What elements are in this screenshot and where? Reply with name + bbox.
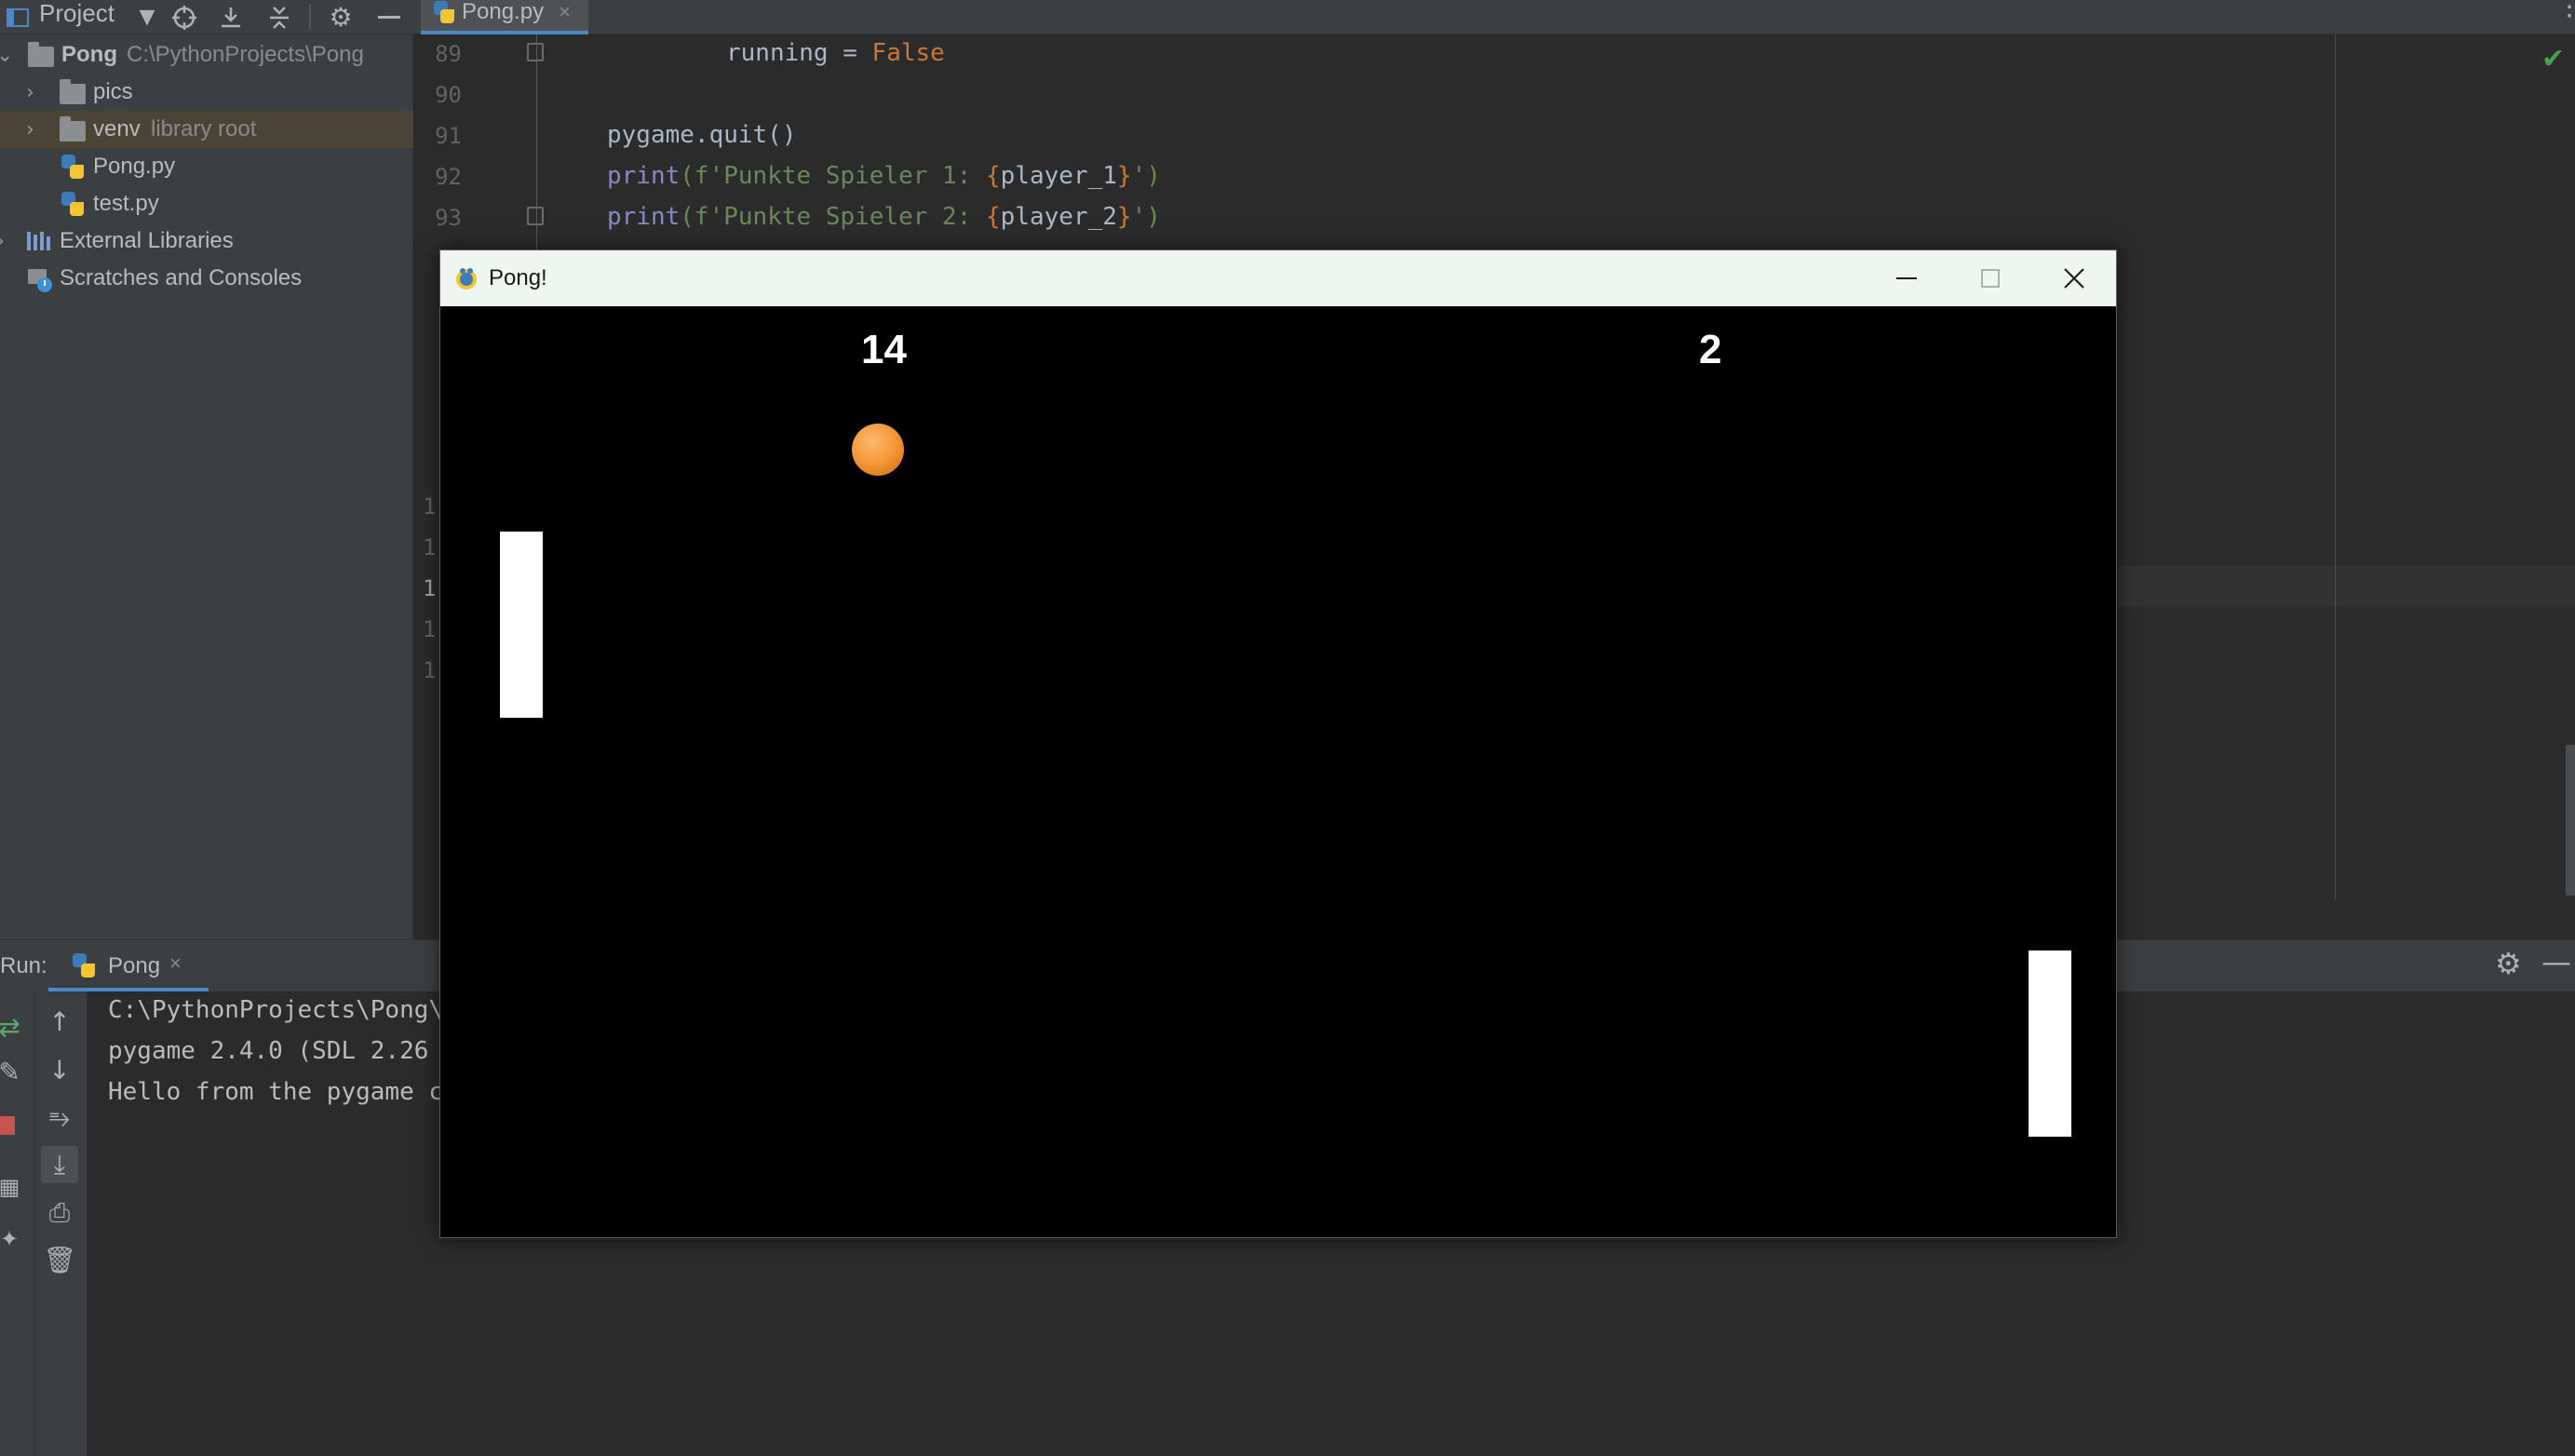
- tree-item-scratches[interactable]: Scratches and Consoles: [0, 260, 413, 297]
- project-view-icon[interactable]: [4, 0, 32, 34]
- fold-marker-icon[interactable]: [527, 43, 544, 61]
- console-line: pygame 2.4.0 (SDL 2.26: [108, 1037, 429, 1065]
- game-canvas[interactable]: 14 2: [440, 306, 2116, 1237]
- project-toolbar: Project ▼ ⚙: [0, 0, 413, 34]
- scroll-to-end-icon[interactable]: ⤓: [41, 1146, 78, 1183]
- line-number-partial: 1: [423, 534, 437, 560]
- right-paddle: [2029, 950, 2071, 1137]
- crosshair-icon[interactable]: [168, 0, 201, 34]
- stop-icon[interactable]: [0, 1116, 15, 1135]
- code-line-92: print(f'Punkte Spieler 1: {player_1}'): [607, 162, 1161, 190]
- run-tab-label: Pong: [108, 953, 161, 978]
- arrow-down-icon[interactable]: ↓: [41, 1051, 78, 1088]
- pin-icon[interactable]: ✦: [0, 1220, 28, 1258]
- tree-item-path: C:\PythonProjects\Pong: [127, 42, 364, 67]
- collapse-all-icon[interactable]: [263, 0, 296, 34]
- code-line-93: print(f'Punkte Spieler 2: {player_2}'): [607, 203, 1161, 231]
- code-line-91: pygame.quit(): [607, 121, 797, 149]
- window-title: Pong!: [489, 265, 547, 290]
- line-number-partial: 1: [423, 493, 437, 519]
- folder-icon: [60, 116, 86, 142]
- layout-icon[interactable]: ▦: [0, 1168, 28, 1206]
- folder-icon: [28, 42, 54, 67]
- line-number: 89: [435, 41, 462, 67]
- window-titlebar[interactable]: Pong!: [440, 250, 2116, 306]
- tree-item-label: venv: [93, 116, 141, 142]
- minimize-icon[interactable]: —: [2541, 944, 2571, 979]
- console-line: C:\PythonProjects\Pong\: [108, 996, 444, 1024]
- scratches-icon: [26, 267, 54, 300]
- tree-item-external-libraries[interactable]: › External Libraries: [0, 222, 413, 260]
- run-panel-label: Run:: [0, 953, 47, 978]
- line-number-partial: 1: [423, 616, 437, 642]
- python-file-icon: [434, 0, 454, 23]
- chevron-down-icon[interactable]: ▼: [130, 0, 164, 34]
- tree-item-label: Scratches and Consoles: [60, 265, 303, 290]
- library-icon: [26, 230, 52, 259]
- print-icon[interactable]: ⎙: [41, 1194, 78, 1232]
- tree-item-pong[interactable]: ⌄ Pong C:\PythonProjects\Pong: [0, 36, 413, 74]
- left-paddle: [500, 532, 543, 718]
- more-options-icon[interactable]: ⋮: [2556, 0, 2575, 20]
- tree-item-label: test.py: [93, 191, 159, 216]
- right-margin-guide: [2335, 34, 2336, 900]
- tree-item-label: Pong: [61, 42, 117, 67]
- checkmark-icon[interactable]: ✔: [2541, 43, 2565, 75]
- python-file-icon: [61, 155, 84, 179]
- wrench-icon[interactable]: ✎: [0, 1053, 28, 1090]
- fold-marker-icon[interactable]: [527, 207, 544, 225]
- gear-icon[interactable]: ⚙: [324, 0, 357, 34]
- run-console-toolbar: ↑ ↓ ⥱ ⤓ ⎙ 🗑: [35, 991, 88, 1456]
- window-minimize-button[interactable]: [1865, 250, 1948, 306]
- score-player-1: 14: [861, 327, 907, 372]
- code-line-89: running = False: [726, 39, 945, 67]
- project-view-title[interactable]: Project: [39, 0, 115, 34]
- pong-ball: [852, 424, 904, 476]
- pong-game-window[interactable]: Pong! 14 2: [439, 249, 2117, 1238]
- toolbar-divider: [309, 4, 311, 30]
- tree-item-pics[interactable]: › pics: [0, 74, 413, 111]
- pygame-snake-icon: [453, 263, 479, 291]
- top-bar: Project ▼ ⚙ Pong.py × ⋮: [0, 0, 2575, 34]
- score-player-2: 2: [1699, 327, 1722, 372]
- close-icon[interactable]: ×: [559, 0, 571, 24]
- chevron-right-icon[interactable]: ›: [26, 81, 34, 104]
- python-file-icon: [73, 953, 95, 977]
- tree-item-label: Pong.py: [93, 154, 176, 179]
- gear-icon[interactable]: ⚙: [2495, 946, 2522, 981]
- line-number-partial: 1: [423, 575, 437, 601]
- editor-tab-label: Pong.py: [462, 0, 545, 24]
- window-maximize-button[interactable]: [1948, 250, 2032, 306]
- tree-item-test-py[interactable]: test.py: [0, 185, 413, 222]
- project-tree: ⌄ Pong C:\PythonProjects\Pong › pics › v…: [0, 34, 413, 939]
- tree-item-venv[interactable]: › venv library root: [0, 111, 413, 148]
- caret-row-highlight: [2119, 566, 2575, 607]
- line-number-partial: 1: [423, 657, 437, 683]
- tree-item-pong-py[interactable]: Pong.py: [0, 148, 413, 185]
- line-number: 92: [435, 164, 462, 190]
- line-number: 93: [435, 205, 462, 231]
- minimize-icon[interactable]: [372, 0, 406, 34]
- chevron-right-icon[interactable]: ›: [26, 118, 34, 142]
- editor-scrollbar-thumb[interactable]: [2566, 745, 2575, 896]
- trash-icon[interactable]: 🗑: [41, 1241, 78, 1278]
- line-number: 90: [435, 82, 462, 108]
- tree-item-label: pics: [93, 79, 133, 104]
- arrow-up-icon[interactable]: ↑: [41, 1003, 78, 1040]
- expand-all-icon[interactable]: [214, 0, 248, 34]
- editor-tab-pong-py[interactable]: Pong.py ×: [421, 0, 588, 34]
- line-number: 91: [435, 123, 462, 149]
- run-left-toolbar: ⇄ ✎ ▦ ✦: [0, 991, 35, 1456]
- close-icon[interactable]: ×: [169, 951, 182, 976]
- rerun-icon[interactable]: ⇄: [0, 1008, 28, 1045]
- chevron-down-icon[interactable]: ⌄: [0, 44, 13, 67]
- python-file-icon: [61, 192, 84, 216]
- window-close-button[interactable]: [2032, 250, 2116, 306]
- chevron-right-icon[interactable]: ›: [0, 230, 5, 253]
- folder-icon: [60, 79, 86, 104]
- console-line: Hello from the pygame c: [108, 1078, 444, 1106]
- soft-wrap-icon[interactable]: ⥱: [41, 1099, 78, 1137]
- tree-item-label: External Libraries: [60, 228, 234, 253]
- tree-item-hint: library root: [151, 116, 257, 142]
